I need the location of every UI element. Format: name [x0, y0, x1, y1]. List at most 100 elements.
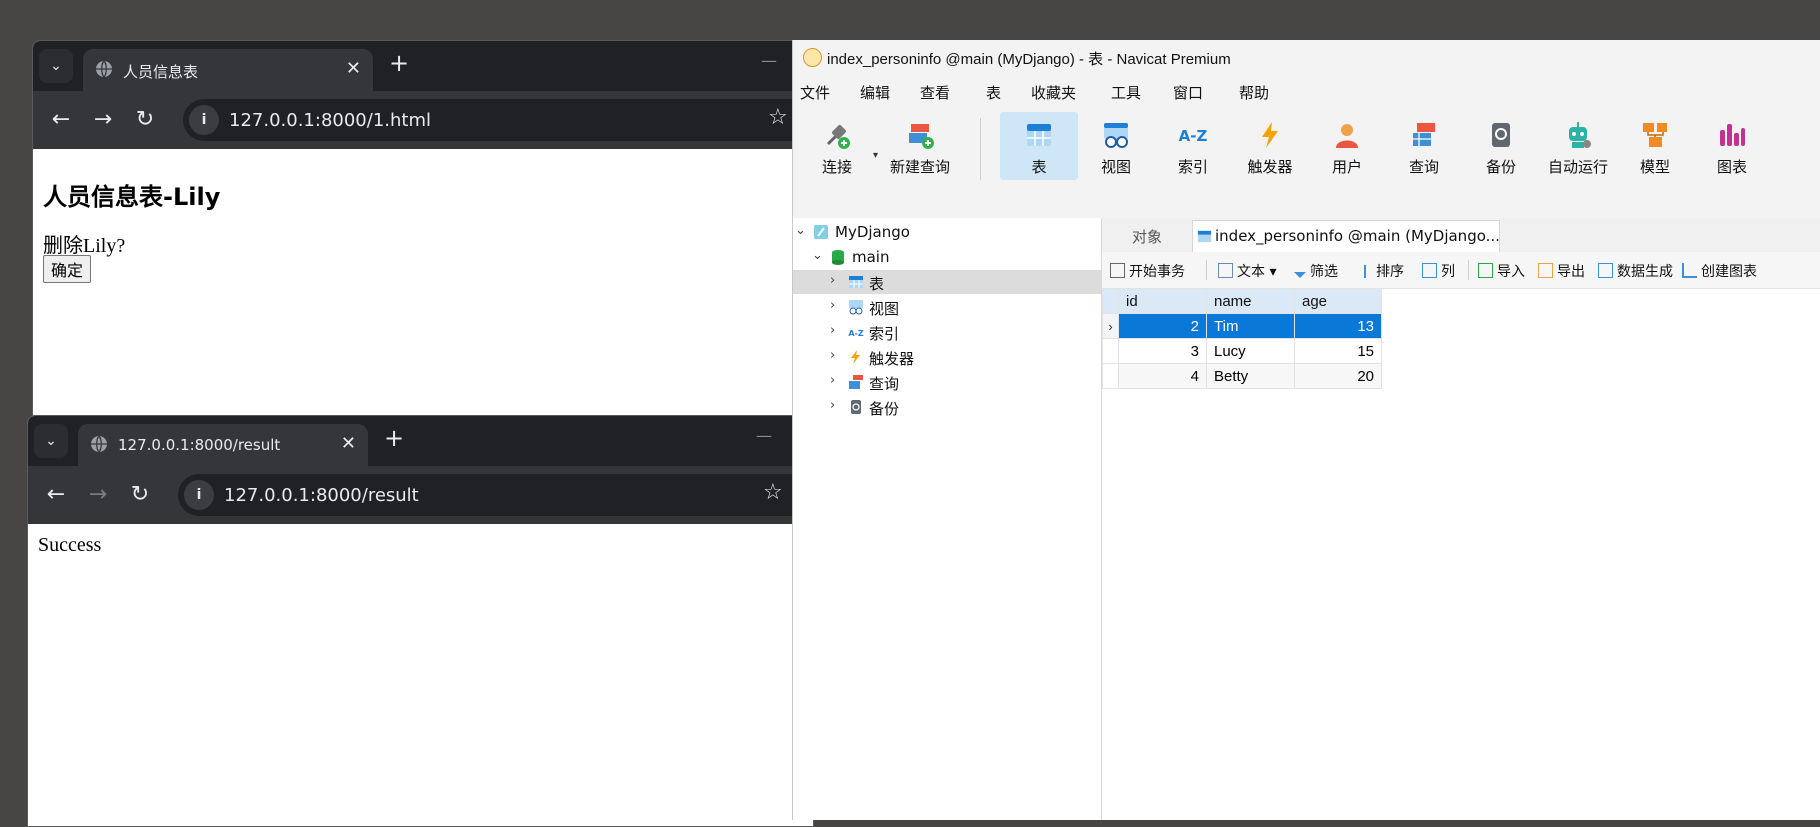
tree-item-backups[interactable]: › 备份	[793, 395, 1101, 419]
chevron-right-icon[interactable]: ›	[830, 398, 835, 413]
user-icon	[1336, 124, 1358, 148]
menu-table[interactable]: 表	[986, 82, 1001, 103]
tab-objects[interactable]: 对象	[1102, 220, 1190, 252]
confirm-button[interactable]: 确定	[43, 255, 92, 283]
ribbon-automation-button[interactable]: 自动运行	[1539, 112, 1617, 180]
close-icon[interactable]: ✕	[346, 58, 361, 79]
reload-icon[interactable]: ↻	[128, 482, 152, 507]
data-generation-button[interactable]: 数据生成	[1598, 261, 1673, 281]
table-row[interactable]: 3 Lucy 15	[1102, 338, 1382, 364]
ribbon-index-button[interactable]: A-Z 索引	[1154, 112, 1232, 180]
minimize-button[interactable]: —	[761, 51, 777, 70]
text-icon	[1218, 263, 1233, 278]
cell-name[interactable]: Tim	[1206, 313, 1295, 339]
menu-view[interactable]: 查看	[920, 82, 950, 103]
menu-bar: 文件 编辑 查看 表 收藏夹 工具 窗口 帮助	[793, 76, 1820, 106]
tree-item-tables[interactable]: › 表	[793, 270, 1101, 294]
tree-item-views[interactable]: › 视图	[793, 295, 1101, 319]
site-info-icon[interactable]: i	[184, 480, 214, 510]
sort-button[interactable]: 排序	[1364, 261, 1404, 281]
export-button[interactable]: 导出	[1538, 261, 1585, 281]
menu-favorites[interactable]: 收藏夹	[1031, 82, 1076, 103]
menu-tools[interactable]: 工具	[1111, 82, 1141, 103]
column-header-id[interactable]: id	[1118, 288, 1207, 314]
site-info-icon[interactable]: i	[189, 105, 219, 135]
ribbon-user-button[interactable]: 用户	[1308, 112, 1386, 180]
cell-id[interactable]: 3	[1118, 338, 1207, 364]
ribbon-view-button[interactable]: 视图	[1077, 112, 1155, 180]
tab-search-button[interactable]: ⌄	[34, 424, 68, 458]
ribbon-model-button[interactable]: 模型	[1616, 112, 1694, 180]
begin-transaction-button[interactable]: 开始事务	[1110, 261, 1185, 281]
cell-id[interactable]: 4	[1118, 363, 1207, 389]
chevron-right-icon[interactable]: ›	[830, 323, 835, 338]
column-header-name[interactable]: name	[1206, 288, 1295, 314]
table-row[interactable]: › 2 Tim 13	[1102, 313, 1382, 339]
tree-label: 备份	[869, 400, 900, 418]
chevron-right-icon[interactable]: ›	[830, 273, 835, 288]
columns-button[interactable]: 列	[1422, 261, 1455, 281]
cell-age[interactable]: 15	[1294, 338, 1382, 364]
ribbon-table-button[interactable]: 表	[1000, 112, 1078, 180]
bookmark-star-icon[interactable]: ☆	[763, 480, 783, 505]
chevron-right-icon[interactable]: ›	[830, 348, 835, 363]
filter-button[interactable]: 筛选	[1294, 261, 1338, 281]
cell-id[interactable]: 2	[1118, 313, 1207, 339]
text-button[interactable]: 文本 ▾	[1218, 261, 1276, 281]
chevron-down-icon[interactable]: ⌄	[795, 223, 806, 238]
chevron-right-icon[interactable]: ›	[830, 298, 835, 313]
bookmark-star-icon[interactable]: ☆	[768, 105, 788, 130]
ribbon-query-button[interactable]: 查询	[1385, 112, 1463, 180]
tree-label: 视图	[869, 300, 900, 318]
browser-toolbar: ← → ↻ i 127.0.0.1:8000/result ☆	[28, 466, 813, 524]
tab-label: 对象	[1132, 228, 1163, 246]
forward-icon[interactable]: →	[91, 107, 115, 132]
tab-search-button[interactable]: ⌄	[39, 49, 73, 83]
ribbon-connect-button[interactable]: 连接	[798, 112, 876, 180]
menu-edit[interactable]: 编辑	[860, 82, 890, 103]
ribbon-label: 自动运行	[1547, 158, 1608, 176]
chevron-right-icon[interactable]: ›	[830, 373, 835, 388]
browser-tab[interactable]: 人员信息表 ✕	[83, 49, 373, 91]
connect-dropdown-icon[interactable]: ▾	[873, 150, 878, 161]
export-icon	[1538, 263, 1553, 278]
menu-file[interactable]: 文件	[800, 82, 830, 103]
menu-help[interactable]: 帮助	[1239, 82, 1269, 103]
cell-name[interactable]: Lucy	[1206, 338, 1295, 364]
forward-icon[interactable]: →	[86, 482, 110, 507]
ribbon-backup-button[interactable]: 备份	[1462, 112, 1540, 180]
close-icon[interactable]: ✕	[341, 433, 356, 454]
back-icon[interactable]: ←	[44, 482, 68, 507]
ribbon-new-query-button[interactable]: 新建查询	[881, 112, 959, 180]
cell-age[interactable]: 20	[1294, 363, 1382, 389]
address-bar[interactable]: i 127.0.0.1:8000/1.html	[183, 99, 813, 141]
new-tab-button[interactable]: +	[384, 424, 404, 452]
ribbon-chart-button[interactable]: 图表	[1693, 112, 1771, 180]
new-tab-button[interactable]: +	[389, 49, 409, 77]
tree-connection[interactable]: ⌄ MyDjango	[793, 220, 1101, 244]
column-header-age[interactable]: age	[1294, 288, 1382, 314]
cell-name[interactable]: Betty	[1206, 363, 1295, 389]
import-button[interactable]: 导入	[1478, 261, 1525, 281]
chevron-down-icon[interactable]: ⌄	[812, 248, 823, 263]
address-bar[interactable]: i 127.0.0.1:8000/result	[178, 474, 813, 516]
navicat-logo-icon	[803, 48, 822, 67]
tree-item-triggers[interactable]: › 触发器	[793, 345, 1101, 369]
tree-item-queries[interactable]: › 查询	[793, 370, 1101, 394]
menu-window[interactable]: 窗口	[1173, 82, 1203, 103]
tree-item-indexes[interactable]: › A-Z 索引	[793, 320, 1101, 344]
ribbon-trigger-button[interactable]: 触发器	[1231, 112, 1309, 180]
automation-icon	[1569, 122, 1591, 148]
minimize-button[interactable]: —	[756, 426, 772, 445]
browser-tab[interactable]: 127.0.0.1:8000/result ✕	[78, 424, 368, 466]
svg-text:A-Z: A-Z	[1179, 127, 1208, 145]
back-icon[interactable]: ←	[49, 107, 73, 132]
trigger-icon	[851, 350, 860, 364]
tree-database[interactable]: ⌄ main	[793, 245, 1101, 269]
table-row[interactable]: 4 Betty 20	[1102, 363, 1382, 389]
reload-icon[interactable]: ↻	[133, 107, 157, 132]
cell-age[interactable]: 13	[1294, 313, 1382, 339]
svg-text:A-Z: A-Z	[848, 329, 864, 338]
tab-table-data[interactable]: index_personinfo @main (MyDjango...	[1192, 220, 1500, 253]
create-chart-button[interactable]: 创建图表	[1682, 261, 1757, 281]
